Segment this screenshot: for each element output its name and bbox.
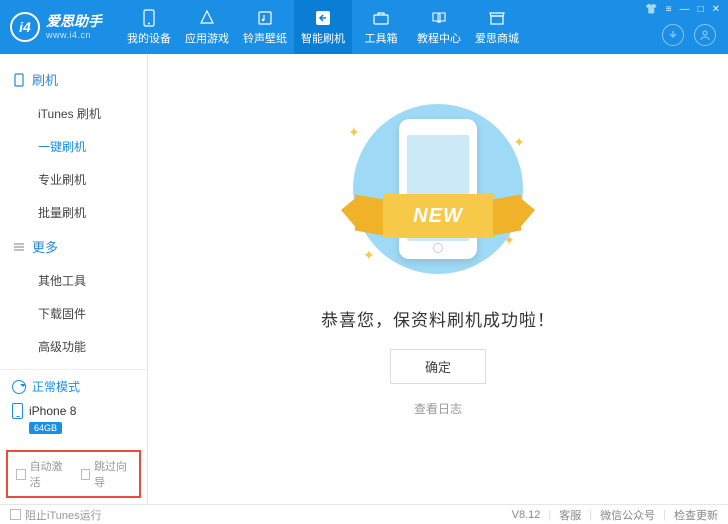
sparkle-icon: ✦ — [363, 247, 375, 264]
chk-label: 跳过向导 — [94, 458, 131, 490]
sparkle-icon: ✦ — [513, 134, 525, 151]
sidebar-item-batch[interactable]: 批量刷机 — [0, 196, 147, 229]
sidebar-item-itunes[interactable]: iTunes 刷机 — [0, 97, 147, 130]
sparkle-icon: ✦ — [348, 124, 360, 141]
sidebar-item-other[interactable]: 其他工具 — [0, 264, 147, 297]
sidebar-item-firmware[interactable]: 下载固件 — [0, 297, 147, 330]
book-icon — [430, 9, 448, 27]
phone-icon — [12, 403, 23, 419]
download-icon[interactable] — [662, 24, 684, 46]
checkbox-icon — [10, 509, 21, 520]
device-name: iPhone 8 — [29, 404, 76, 418]
nav-ringtone[interactable]: 铃声壁纸 — [236, 0, 294, 54]
toolbox-icon — [372, 9, 390, 27]
apps-icon — [198, 9, 216, 27]
music-icon — [256, 9, 274, 27]
device-icon — [140, 9, 158, 27]
wechat-link[interactable]: 微信公众号 — [600, 507, 655, 523]
sidebar: 刷机 iTunes 刷机 一键刷机 专业刷机 批量刷机 更多 其他工具 下载固件… — [0, 54, 148, 504]
body: 刷机 iTunes 刷机 一键刷机 专业刷机 批量刷机 更多 其他工具 下载固件… — [0, 54, 728, 504]
device-mode[interactable]: 正常模式 — [12, 378, 135, 395]
cat-title: 刷机 — [32, 70, 58, 89]
footer: 阻止iTunes运行 V8.12 | 客服 | 微信公众号 | 检查更新 — [0, 504, 728, 524]
nav-toolbox[interactable]: 工具箱 — [352, 0, 410, 54]
support-link[interactable]: 客服 — [559, 507, 581, 523]
skin-icon[interactable]: 👕 — [645, 4, 657, 15]
user-icon[interactable] — [694, 24, 716, 46]
options-box: 自动激活 跳过向导 — [6, 450, 141, 498]
sidebar-cat-flash: 刷机 — [0, 62, 147, 97]
logo-mark-icon: i4 — [10, 12, 40, 42]
nav-tutorial[interactable]: 教程中心 — [410, 0, 468, 54]
sidebar-cat-more: 更多 — [0, 229, 147, 264]
chk-label: 阻止iTunes运行 — [25, 507, 102, 523]
maximize-icon[interactable]: □ — [698, 4, 704, 15]
checkbox-icon — [16, 469, 26, 480]
nav-store[interactable]: 爱思商城 — [468, 0, 526, 54]
nav-flash[interactable]: 智能刷机 — [294, 0, 352, 54]
storage-badge: 64GB — [29, 422, 62, 434]
nav-apps[interactable]: 应用游戏 — [178, 0, 236, 54]
main-panel: ✦ ✦ ✦ ✦ NEW 恭喜您，保资料刷机成功啦！ 确定 查看日志 — [148, 54, 728, 504]
nav-label: 我的设备 — [127, 30, 171, 46]
checkbox-icon — [81, 469, 91, 480]
device-row[interactable]: iPhone 8 — [12, 403, 135, 419]
flash-icon — [314, 9, 332, 27]
minimize-icon[interactable]: — — [680, 4, 690, 15]
sidebar-item-pro[interactable]: 专业刷机 — [0, 163, 147, 196]
nav-label: 铃声壁纸 — [243, 30, 287, 46]
new-ribbon: NEW — [363, 194, 513, 238]
ok-button[interactable]: 确定 — [390, 349, 486, 384]
skip-guide-checkbox[interactable]: 跳过向导 — [81, 458, 132, 490]
app-name: 爱思助手 — [46, 14, 102, 29]
menu-icon[interactable]: ≡ — [666, 4, 672, 15]
view-log-link[interactable]: 查看日志 — [414, 400, 462, 417]
nav-label: 教程中心 — [417, 30, 461, 46]
more-icon — [12, 240, 26, 254]
mode-label: 正常模式 — [32, 378, 80, 395]
nav-my-device[interactable]: 我的设备 — [120, 0, 178, 54]
close-icon[interactable]: ✕ — [712, 4, 720, 15]
nav-label: 爱思商城 — [475, 30, 519, 46]
nav-label: 应用游戏 — [185, 30, 229, 46]
app-url: www.i4.cn — [46, 30, 102, 40]
header: i4 爱思助手 www.i4.cn 我的设备 应用游戏 铃声壁纸 智能刷机 工具… — [0, 0, 728, 54]
check-update-link[interactable]: 检查更新 — [674, 507, 718, 523]
cat-title: 更多 — [32, 237, 58, 256]
nav-label: 工具箱 — [365, 30, 398, 46]
phone-icon — [12, 73, 26, 87]
header-actions — [662, 24, 716, 46]
store-icon — [488, 9, 506, 27]
ribbon-text: NEW — [383, 194, 493, 238]
app-logo: i4 爱思助手 www.i4.cn — [10, 12, 102, 42]
auto-activate-checkbox[interactable]: 自动激活 — [16, 458, 67, 490]
sidebar-item-onekey[interactable]: 一键刷机 — [0, 130, 147, 163]
sidebar-status: 正常模式 iPhone 8 64GB — [0, 369, 147, 442]
window-controls: 👕 ≡ — □ ✕ — [645, 4, 720, 15]
success-message: 恭喜您，保资料刷机成功啦！ — [321, 306, 555, 331]
chk-label: 自动激活 — [30, 458, 67, 490]
top-nav: 我的设备 应用游戏 铃声壁纸 智能刷机 工具箱 教程中心 爱思商城 — [120, 0, 526, 54]
block-itunes-checkbox[interactable]: 阻止iTunes运行 — [10, 507, 102, 523]
sidebar-item-advanced[interactable]: 高级功能 — [0, 330, 147, 363]
nav-label: 智能刷机 — [301, 30, 345, 46]
success-illustration: ✦ ✦ ✦ ✦ NEW — [333, 94, 543, 284]
version-label: V8.12 — [512, 509, 541, 521]
refresh-icon — [12, 380, 26, 394]
